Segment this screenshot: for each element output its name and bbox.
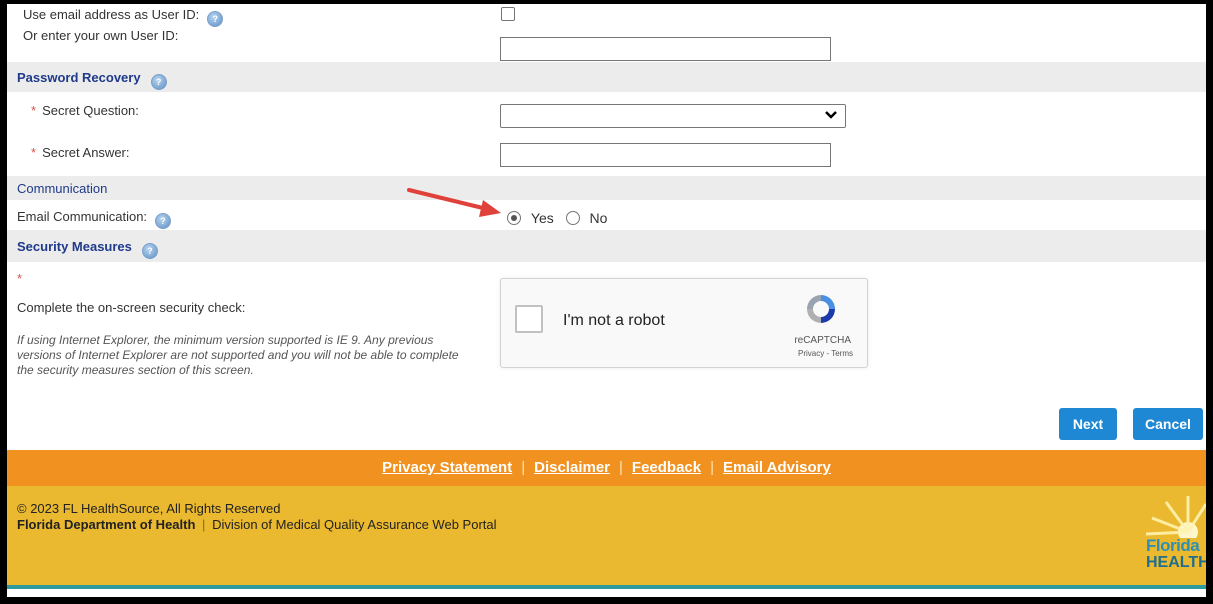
security-check-label: Complete the on-screen security check: [17,300,246,315]
recaptcha-label: I'm not a robot [563,312,665,329]
recaptcha-checkbox[interactable] [515,305,543,333]
required-mark: * [17,271,23,286]
required-mark: * [31,103,37,118]
help-icon[interactable]: ? [155,213,172,229]
help-icon[interactable]: ? [207,11,224,27]
page-frame: Use email address as User ID:? Or enter … [0,0,1213,604]
dept-name: Florida Department of Health [17,517,196,532]
security-measures-header: Security Measures? [7,230,1206,262]
logo-health: HEALTH [1146,554,1210,571]
use-email-row: Use email address as User ID:? [7,4,1206,27]
recaptcha-brand: reCAPTCHA [794,335,851,346]
help-icon[interactable]: ? [150,74,167,90]
recaptcha-widget: I'm not a robot reCAPTCHA Privacy - Term… [500,278,868,368]
secret-question-label: * Secret Question: [31,103,139,118]
florida-health-logo: Florida HEALTH [1146,494,1206,574]
section-title: Password Recovery? [17,70,167,90]
footer-separator: | [202,517,206,532]
required-mark: * [31,145,37,160]
feedback-link[interactable]: Feedback [632,459,701,476]
recaptcha-terms-link[interactable]: Privacy - Terms [798,349,853,358]
secret-question-select[interactable] [500,104,846,128]
link-separator: | [521,459,526,476]
email-communication-options: Yes No [507,210,607,226]
secret-question-row: * Secret Question: [7,92,1206,134]
sun-rays-icon [1146,496,1206,538]
own-user-id-label: Or enter your own User ID: [23,28,179,43]
communication-header: Communication [7,176,1206,200]
next-button[interactable]: Next [1059,408,1117,440]
radio-yes[interactable] [507,211,521,225]
communication-title: Communication [17,181,108,196]
link-separator: | [619,459,623,476]
password-recovery-header: Password Recovery? [7,62,1206,92]
chevron-down-icon [825,107,837,123]
use-email-label: Use email address as User ID:? [23,7,224,27]
bottom-strip [7,589,1206,597]
email-advisory-link[interactable]: Email Advisory [723,459,831,476]
email-communication-row: Email Communication:? Yes No [7,188,1206,230]
disclaimer-link[interactable]: Disclaimer [534,459,610,476]
footer-dept-line: Florida Department of Health | Division … [17,517,497,532]
recaptcha-logo-icon [807,295,835,323]
own-user-id-row: Or enter your own User ID: [7,26,1206,62]
ie-note: If using Internet Explorer, the minimum … [17,333,459,377]
division-name: Division of Medical Quality Assurance We… [212,517,497,532]
logo-florida: Florida [1146,536,1200,555]
copyright-text: © 2023 FL HealthSource, All Rights Reser… [17,501,281,516]
cancel-button[interactable]: Cancel [1133,408,1203,440]
use-email-checkbox[interactable] [501,7,515,21]
footer: © 2023 FL HealthSource, All Rights Reser… [7,486,1206,585]
link-separator: | [710,459,715,476]
secret-answer-row: * Secret Answer: [7,134,1206,176]
annotation-arrow [407,188,501,217]
radio-no-label[interactable]: No [590,210,608,226]
privacy-statement-link[interactable]: Privacy Statement [382,459,512,476]
secret-answer-input[interactable] [500,143,831,167]
section-title: Security Measures? [17,239,158,259]
secret-answer-label: * Secret Answer: [31,145,130,160]
own-user-id-input[interactable] [500,37,831,61]
radio-yes-label[interactable]: Yes [531,210,554,226]
footer-link-bar: Privacy Statement | Disclaimer | Feedback | Em… [7,450,1206,486]
help-icon[interactable]: ? [141,243,158,259]
radio-no[interactable] [565,211,580,225]
email-communication-label: Email Communication:? [17,209,172,229]
